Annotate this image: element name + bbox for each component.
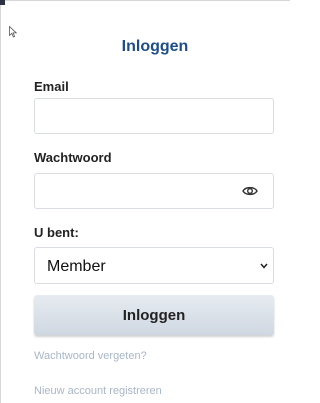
page-title: Inloggen [121,38,189,55]
frame-left-border [0,0,1,403]
email-field[interactable] [34,98,274,134]
frame-corner-mark [0,0,5,5]
password-field[interactable] [34,173,274,209]
mouse-cursor-icon [9,26,17,38]
frame-top-border [0,0,290,1]
forgot-password-link[interactable]: Wachtwoord vergeten? [34,350,147,362]
user-type-selected-value: Member [47,258,106,275]
user-type-select[interactable]: Member [34,247,274,284]
email-label: Email [34,79,69,94]
login-button[interactable]: Inloggen [34,295,274,335]
user-type-label: U bent: [34,225,79,240]
eye-icon[interactable] [242,185,258,197]
chevron-down-icon [260,263,268,269]
password-label: Wachtwoord [34,150,112,165]
register-account-link[interactable]: Nieuw account registreren [34,385,162,397]
